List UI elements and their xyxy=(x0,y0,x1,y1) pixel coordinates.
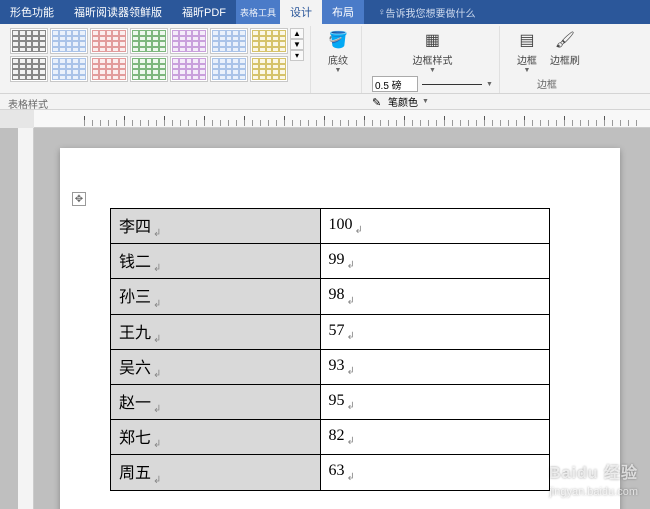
tab-features[interactable]: 形色功能 xyxy=(0,0,64,24)
table-style-thumb[interactable] xyxy=(50,56,88,82)
ribbon-tabs: 形色功能 福昕阅读器领鲜版 福昕PDF 表格工具 设计 布局 ♀ 告诉我您想要做… xyxy=(0,0,650,24)
name-cell[interactable]: 孙三↲ xyxy=(111,279,321,314)
score-cell[interactable]: 100↲ xyxy=(320,209,550,244)
shading-button[interactable]: 🪣 底纹 ▼ xyxy=(321,28,355,76)
table-row[interactable]: 钱二↲99↲ xyxy=(111,244,550,279)
contextual-tab-label: 表格工具 xyxy=(240,6,276,19)
table-row[interactable]: 吴六↲93↲ xyxy=(111,349,550,384)
vertical-ruler[interactable] xyxy=(18,128,34,509)
score-cell[interactable]: 95↲ xyxy=(320,384,550,419)
table-row[interactable]: 孙三↲98↲ xyxy=(111,279,550,314)
chevron-down-icon: ▼ xyxy=(335,67,342,74)
border-painter-label: 边框刷 xyxy=(550,52,580,67)
border-painter-button[interactable]: 🖌 边框刷 xyxy=(546,28,584,76)
borders-label: 边框 xyxy=(517,52,537,67)
score-cell[interactable]: 57↲ xyxy=(320,314,550,349)
table-row[interactable]: 赵一↲95↲ xyxy=(111,384,550,419)
name-cell[interactable]: 王九↲ xyxy=(111,314,321,349)
data-table[interactable]: 李四↲100↲钱二↲99↲孙三↲98↲王九↲57↲吴六↲93↲赵一↲95↲郑七↲… xyxy=(110,208,550,491)
ribbon: ▲ ▼ ▾ 🪣 底纹 ▼ ▦ 边框样式 ▼ 0.5 磅 ▼ ✎ 笔颜色 ▼ xyxy=(0,24,650,94)
group-label-borders: 边框 xyxy=(537,76,557,93)
border-painter-icon: 🖌 xyxy=(555,30,575,50)
name-cell[interactable]: 吴六↲ xyxy=(111,349,321,384)
table-style-thumb[interactable] xyxy=(10,28,48,54)
name-cell[interactable]: 郑七↲ xyxy=(111,420,321,455)
watermark: Baidu 经验 jingyan.baidu.com xyxy=(549,464,638,499)
name-cell[interactable]: 赵一↲ xyxy=(111,384,321,419)
chevron-down-icon[interactable]: ▼ xyxy=(486,81,493,88)
border-styles-label: 边框样式 xyxy=(412,52,452,67)
score-cell[interactable]: 98↲ xyxy=(320,279,550,314)
pen-color-label[interactable]: 笔颜色 xyxy=(388,94,418,109)
table-row[interactable]: 周五↲63↲ xyxy=(111,455,550,490)
table-style-thumb[interactable] xyxy=(210,28,248,54)
table-style-thumb[interactable] xyxy=(90,56,128,82)
chevron-down-icon: ▼ xyxy=(429,67,436,74)
shading-label: 底纹 xyxy=(328,52,348,67)
table-style-gallery[interactable] xyxy=(10,28,288,82)
name-cell[interactable]: 周五↲ xyxy=(111,455,321,490)
border-preview xyxy=(422,84,482,85)
name-cell[interactable]: 李四↲ xyxy=(111,209,321,244)
table-style-thumb[interactable] xyxy=(50,28,88,54)
table-style-thumb[interactable] xyxy=(130,56,168,82)
gallery-more-icon[interactable]: ▾ xyxy=(290,50,304,61)
borders-icon: ▤ xyxy=(517,30,537,50)
name-cell[interactable]: 钱二↲ xyxy=(111,244,321,279)
table-move-handle[interactable]: ✥ xyxy=(72,192,86,206)
document-area: ✥ 李四↲100↲钱二↲99↲孙三↲98↲王九↲57↲吴六↲93↲赵一↲95↲郑… xyxy=(0,128,650,509)
paint-bucket-icon: 🪣 xyxy=(328,30,348,50)
gallery-scroll[interactable]: ▲ ▼ ▾ xyxy=(290,28,304,61)
table-row[interactable]: 王九↲57↲ xyxy=(111,314,550,349)
score-cell[interactable]: 63↲ xyxy=(320,455,550,490)
table-style-thumb[interactable] xyxy=(250,28,288,54)
table-style-thumb[interactable] xyxy=(210,56,248,82)
score-cell[interactable]: 93↲ xyxy=(320,349,550,384)
tell-me-input[interactable]: ♀ 告诉我您想要做什么 xyxy=(368,0,486,24)
table-style-thumb[interactable] xyxy=(170,56,208,82)
table-style-thumb[interactable] xyxy=(170,28,208,54)
pen-color-icon: ✎ xyxy=(372,96,384,108)
table-style-thumb[interactable] xyxy=(10,56,48,82)
table-row[interactable]: 李四↲100↲ xyxy=(111,209,550,244)
border-styles-icon: ▦ xyxy=(422,30,442,50)
border-styles-button[interactable]: ▦ 边框样式 ▼ xyxy=(408,28,456,76)
page: ✥ 李四↲100↲钱二↲99↲孙三↲98↲王九↲57↲吴六↲93↲赵一↲95↲郑… xyxy=(60,148,620,509)
table-style-thumb[interactable] xyxy=(90,28,128,54)
tab-foxit-reader[interactable]: 福昕阅读器领鲜版 xyxy=(64,0,172,24)
chevron-down-icon[interactable]: ▼ xyxy=(422,98,429,105)
table-row[interactable]: 郑七↲82↲ xyxy=(111,420,550,455)
gallery-down-icon[interactable]: ▼ xyxy=(290,39,304,50)
tab-design[interactable]: 设计 xyxy=(280,0,322,24)
chevron-down-icon: ▼ xyxy=(523,67,530,74)
table-style-thumb[interactable] xyxy=(130,28,168,54)
tab-foxit-pdf[interactable]: 福昕PDF xyxy=(172,0,236,24)
tab-layout[interactable]: 布局 xyxy=(322,0,364,24)
style-name-row: 表格样式 xyxy=(0,94,650,110)
gallery-up-icon[interactable]: ▲ xyxy=(290,28,304,39)
border-weight-select[interactable]: 0.5 磅 xyxy=(372,76,418,92)
borders-button[interactable]: ▤ 边框 ▼ xyxy=(510,28,544,76)
score-cell[interactable]: 99↲ xyxy=(320,244,550,279)
table-style-thumb[interactable] xyxy=(250,56,288,82)
score-cell[interactable]: 82↲ xyxy=(320,420,550,455)
horizontal-ruler[interactable] xyxy=(34,110,650,128)
